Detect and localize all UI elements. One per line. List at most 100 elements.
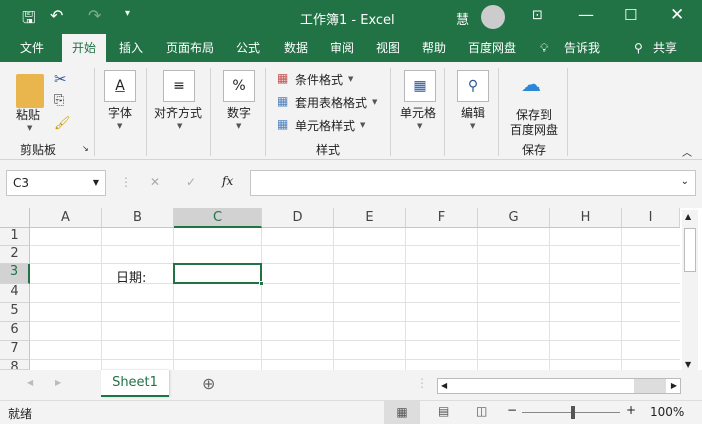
tab-view[interactable]: 视图: [374, 34, 402, 62]
name-box[interactable]: C3 ▼: [6, 170, 106, 196]
add-sheet-icon[interactable]: ⊕: [202, 374, 215, 393]
enter-icon[interactable]: ✓: [186, 175, 196, 189]
ribbon-tabs: 文件 开始 插入 页面布局 公式 数据 审阅 视图 帮助 百度网盘 💡︎ 告诉我…: [0, 34, 702, 62]
alignment-button[interactable]: 对齐方式: [154, 104, 202, 121]
select-all-button[interactable]: [0, 208, 30, 228]
zoom-level[interactable]: 100%: [650, 405, 684, 419]
column-header-c[interactable]: C: [174, 208, 262, 228]
horizontal-scrollbar[interactable]: ◀ ▶: [437, 378, 681, 394]
column-header-e[interactable]: E: [334, 208, 406, 228]
tell-me[interactable]: 告诉我: [562, 34, 602, 62]
cut-icon[interactable]: ✂: [54, 70, 67, 88]
format-painter-icon[interactable]: 🖌︎: [54, 116, 71, 131]
cells-icon[interactable]: ▦: [404, 70, 436, 102]
undo-icon[interactable]: ↶: [50, 6, 63, 25]
number-button[interactable]: 数字: [227, 104, 251, 121]
conditional-format-button[interactable]: 条件格式: [295, 71, 343, 88]
row-header-8[interactable]: 8: [0, 360, 30, 370]
page-break-view-icon[interactable]: ◫: [476, 404, 487, 418]
tab-review[interactable]: 审阅: [328, 34, 356, 62]
save-icon[interactable]: 🖫: [22, 7, 36, 34]
scroll-left-icon[interactable]: ◀: [441, 381, 447, 390]
share-icon: ⚲: [634, 41, 643, 55]
row-header-7[interactable]: 7: [0, 341, 30, 360]
editing-button[interactable]: 编辑: [461, 104, 485, 121]
fill-handle[interactable]: [259, 281, 264, 286]
column-header-b[interactable]: B: [102, 208, 174, 228]
tab-insert[interactable]: 插入: [117, 34, 145, 62]
row-header-4[interactable]: 4: [0, 284, 30, 303]
align-icon[interactable]: ≡: [163, 70, 195, 102]
normal-view-icon[interactable]: ▦: [384, 401, 420, 424]
vertical-scrollbar[interactable]: ▲ ▼: [682, 210, 698, 370]
column-header-d[interactable]: D: [262, 208, 334, 228]
scroll-up-icon[interactable]: ▲: [685, 212, 691, 221]
scroll-right-icon[interactable]: ▶: [671, 381, 677, 390]
column-header-a[interactable]: A: [30, 208, 102, 228]
tab-page-layout[interactable]: 页面布局: [164, 34, 216, 62]
cancel-icon[interactable]: ✕: [150, 175, 160, 189]
paste-button[interactable]: 粘贴: [16, 106, 40, 123]
column-header-g[interactable]: G: [478, 208, 550, 228]
split-handle-icon[interactable]: ⋮: [416, 376, 428, 390]
search-icon[interactable]: ⚲: [457, 70, 489, 102]
ribbon-display-icon[interactable]: ⊡: [532, 8, 543, 23]
baidu-label[interactable]: 百度网盘: [510, 121, 558, 138]
font-button[interactable]: 字体: [108, 104, 132, 121]
column-header-i[interactable]: I: [622, 208, 680, 228]
group-clipboard: 剪贴板: [20, 143, 57, 157]
tab-home[interactable]: 开始: [62, 34, 106, 62]
row-header-6[interactable]: 6: [0, 322, 30, 341]
copy-icon[interactable]: ⎘: [54, 93, 64, 108]
sheet-tab-sheet1[interactable]: Sheet1: [101, 370, 169, 397]
row-header-2[interactable]: 2: [0, 246, 30, 264]
close-button[interactable]: ✕: [670, 5, 684, 25]
tab-formulas[interactable]: 公式: [234, 34, 262, 62]
tab-file[interactable]: 文件: [18, 34, 46, 62]
maximize-button[interactable]: ☐: [624, 6, 637, 24]
paste-caret: ▼: [27, 124, 33, 132]
column-header-f[interactable]: F: [406, 208, 478, 228]
share-button[interactable]: 共享: [651, 34, 679, 62]
collapse-ribbon-icon[interactable]: ︿: [682, 144, 692, 159]
zoom-in-button[interactable]: +: [626, 403, 636, 417]
cell-b3[interactable]: 日期:: [116, 267, 146, 286]
minimize-button[interactable]: —: [578, 5, 594, 24]
number-caret: ▼: [236, 122, 242, 130]
avatar[interactable]: [481, 5, 505, 29]
zoom-slider-thumb[interactable]: [571, 406, 575, 419]
dialog-launcher-icon[interactable]: ↘: [82, 144, 89, 153]
column-header-h[interactable]: H: [550, 208, 622, 228]
redo-icon[interactable]: ↷: [88, 6, 101, 25]
scroll-down-icon[interactable]: ▼: [685, 360, 691, 369]
format-as-table-button[interactable]: 套用表格格式: [295, 94, 367, 111]
tab-help[interactable]: 帮助: [420, 34, 448, 62]
zoom-out-button[interactable]: −: [507, 403, 517, 417]
page-layout-view-icon[interactable]: ▤: [438, 404, 449, 418]
percent-icon[interactable]: %: [223, 70, 255, 102]
vertical-scroll-thumb[interactable]: [684, 228, 696, 272]
status-bar: 就绪 ▦ ▤ ◫ − + 100%: [0, 400, 702, 424]
cell-styles-button[interactable]: 单元格样式: [295, 117, 355, 134]
drag-handle-icon[interactable]: ⋮: [120, 175, 132, 189]
expand-formula-icon[interactable]: ⌄: [681, 176, 689, 187]
cells-button[interactable]: 单元格: [400, 104, 436, 121]
row-header-5[interactable]: 5: [0, 303, 30, 322]
tab-baidu[interactable]: 百度网盘: [466, 34, 518, 62]
horizontal-scroll-track[interactable]: [634, 379, 666, 393]
table-caret: ▼: [372, 98, 378, 106]
baidu-cloud-icon[interactable]: ☁: [521, 72, 541, 96]
customize-toolbar-icon[interactable]: ▾: [125, 8, 130, 19]
row-header-3[interactable]: 3: [0, 264, 30, 284]
next-sheet-icon[interactable]: ▶: [55, 378, 61, 387]
chevron-down-icon[interactable]: ▼: [93, 171, 99, 195]
group-styles: 样式: [316, 143, 341, 157]
formula-input[interactable]: ⌄: [250, 170, 696, 196]
row-header-1[interactable]: 1: [0, 228, 30, 246]
tab-data[interactable]: 数据: [282, 34, 310, 62]
insert-function-button[interactable]: fx: [222, 174, 233, 188]
font-icon[interactable]: A: [104, 70, 136, 102]
paste-icon[interactable]: [16, 74, 44, 108]
prev-sheet-icon[interactable]: ◀: [27, 378, 33, 387]
selected-cell-c3[interactable]: [173, 263, 264, 286]
